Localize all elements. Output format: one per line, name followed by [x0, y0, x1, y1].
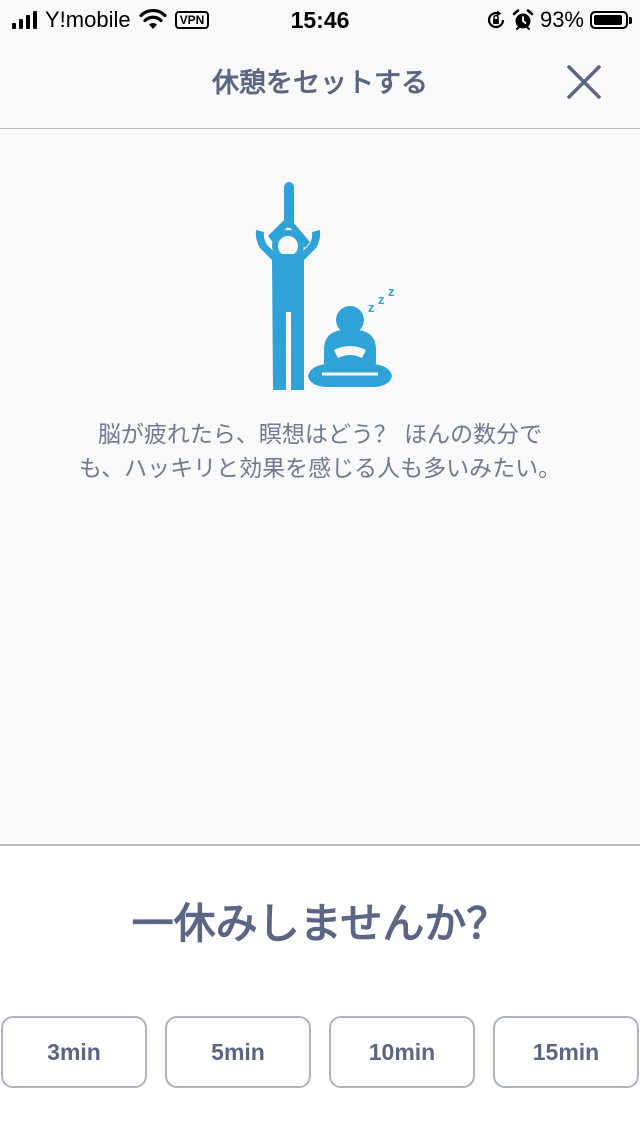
orientation-lock-icon — [487, 10, 505, 29]
message-line-2: も、ハッキリと効果を感じる人も多いみたい。 — [78, 456, 562, 482]
break-prompt: 一休みしませんか？ — [131, 899, 509, 948]
duration-15min-button[interactable]: 15min — [493, 1016, 639, 1088]
sleep-text: z — [368, 300, 375, 315]
message-line-1: 脳が疲れたら、瞑想はどう？ ほんの数分で — [97, 422, 543, 448]
stretch-and-meditate-icon: z z z — [255, 182, 395, 390]
battery-icon — [590, 11, 632, 29]
status-right: 93% — [486, 6, 632, 34]
close-button[interactable] — [566, 64, 602, 100]
svg-text:z: z — [388, 284, 395, 299]
rest-message: 脳が疲れたら、瞑想はどう？ ほんの数分で も、ハッキリと効果を感じる人も多いみた… — [30, 418, 610, 486]
duration-options: 3min 5min 10min 15min — [0, 1016, 640, 1090]
svg-text:z: z — [378, 292, 385, 307]
duration-10min-button[interactable]: 10min — [329, 1016, 475, 1088]
break-panel: 一休みしませんか？ 3min 5min 10min 15min — [0, 844, 640, 1138]
battery-percent: 93% — [539, 7, 584, 32]
status-bar: Y!mobile VPN 15:46 93% — [0, 0, 640, 40]
alarm-icon — [512, 9, 534, 30]
duration-3min-button[interactable]: 3min — [1, 1016, 147, 1088]
nav-header: 休憩をセットする — [0, 40, 640, 129]
close-icon — [567, 65, 601, 99]
page-title: 休憩をセットする — [212, 68, 428, 99]
duration-5min-button[interactable]: 5min — [165, 1016, 311, 1088]
battery-fill — [594, 15, 622, 25]
